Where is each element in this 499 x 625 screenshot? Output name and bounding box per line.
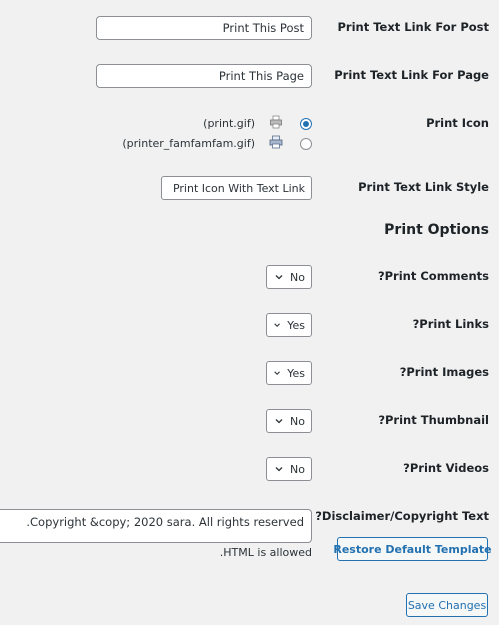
disclaimer-textarea[interactable]: .Copyright &copy; 2020 sara. All rights … bbox=[0, 509, 312, 543]
print-images-value: Yes bbox=[287, 366, 305, 380]
chevron-down-icon bbox=[275, 275, 283, 280]
print-icon-label: Print Icon bbox=[426, 116, 489, 130]
print-images-select[interactable]: Yes bbox=[266, 361, 312, 385]
page-link-label: Print Text Link For Page bbox=[334, 68, 489, 82]
print-images-label: ?Print Images bbox=[399, 365, 489, 379]
print-videos-select[interactable]: No bbox=[266, 457, 312, 481]
print-comments-label: ?Print Comments bbox=[377, 269, 489, 283]
disclaimer-label: ?Disclaimer/Copyright Text bbox=[315, 509, 489, 523]
print-thumbnail-value: No bbox=[290, 414, 305, 428]
print-icon-radio-famfamfam[interactable] bbox=[300, 138, 312, 150]
print-icon-option-label: (printer_famfamfam.gif) bbox=[122, 137, 255, 150]
restore-default-template-button[interactable]: Restore Default Template bbox=[333, 537, 492, 561]
print-videos-value: No bbox=[290, 462, 305, 476]
print-links-label: ?Print Links bbox=[412, 317, 489, 331]
chevron-down-icon bbox=[275, 467, 283, 472]
print-icon-radio-print-gif[interactable] bbox=[300, 118, 312, 130]
print-comments-value: No bbox=[290, 270, 305, 284]
print-videos-label: ?Print Videos bbox=[403, 461, 489, 475]
page-link-input[interactable]: Print This Page bbox=[96, 64, 312, 88]
print-links-value: Yes bbox=[287, 318, 305, 332]
save-changes-button[interactable]: Save Changes bbox=[406, 593, 488, 617]
html-allowed-note: .HTML is allowed bbox=[219, 546, 312, 559]
print-thumbnail-label: ?Print Thumbnail bbox=[378, 413, 489, 427]
chevron-down-icon bbox=[274, 371, 280, 375]
chevron-down-icon bbox=[274, 323, 280, 327]
link-style-label: Print Text Link Style bbox=[358, 180, 489, 194]
print-links-select[interactable]: Yes bbox=[266, 313, 312, 337]
post-link-label: Print Text Link For Post bbox=[337, 20, 489, 34]
printer-icon bbox=[270, 115, 282, 129]
chevron-down-icon bbox=[275, 419, 283, 424]
post-link-input[interactable]: Print This Post bbox=[96, 16, 312, 40]
print-icon-option-label: (print.gif) bbox=[203, 117, 255, 130]
link-style-select[interactable]: Print Icon With Text Link bbox=[161, 176, 312, 200]
print-options-title: Print Options bbox=[384, 222, 489, 238]
print-comments-select[interactable]: No bbox=[266, 265, 312, 289]
print-thumbnail-select[interactable]: No bbox=[266, 409, 312, 433]
printer-icon bbox=[269, 135, 283, 149]
link-style-value: Print Icon With Text Link bbox=[172, 181, 305, 195]
